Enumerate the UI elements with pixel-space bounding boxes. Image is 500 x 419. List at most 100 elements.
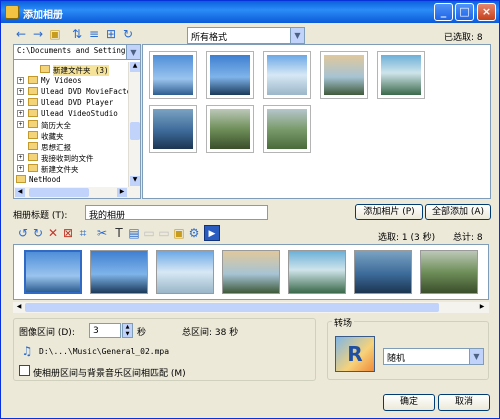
- tree-item[interactable]: + My Videos: [14, 76, 129, 87]
- photo-thumbnail[interactable]: [263, 105, 311, 153]
- view-list-icon[interactable]: ≡: [86, 26, 102, 42]
- expand-icon[interactable]: +: [17, 110, 24, 117]
- strip-photo[interactable]: [354, 250, 412, 294]
- strip-photo[interactable]: [288, 250, 346, 294]
- photo-thumbnail[interactable]: [320, 51, 368, 99]
- expand-icon[interactable]: +: [17, 99, 24, 106]
- title-bar: 添加相册 _ □ ×: [1, 1, 499, 23]
- caption-icon[interactable]: ▤: [126, 225, 142, 241]
- scroll-down-icon[interactable]: ▼: [130, 176, 140, 186]
- expand-icon[interactable]: +: [17, 77, 24, 84]
- tree-item[interactable]: + Ulead DVD Player: [14, 98, 129, 109]
- selected-count: 已选取: 8: [444, 33, 483, 43]
- strip-photo[interactable]: [222, 250, 280, 294]
- scroll-left-icon[interactable]: ◀: [14, 303, 24, 312]
- scroll-left-icon[interactable]: ◀: [15, 188, 25, 197]
- folder-icon[interactable]: ▣: [171, 225, 187, 241]
- music-path: D:\...\Music\General_02.mpa: [39, 347, 170, 356]
- up-folder-icon[interactable]: ▣: [47, 26, 63, 42]
- photo-thumbnail[interactable]: [206, 105, 254, 153]
- interval-unit: 秒: [137, 328, 147, 338]
- back-arrow-icon[interactable]: ←: [13, 26, 29, 42]
- tree-vertical-scrollbar[interactable]: ▲ ▼: [128, 62, 140, 187]
- expand-icon[interactable]: +: [17, 165, 24, 172]
- folder-icon: [28, 76, 38, 84]
- tree-horizontal-scrollbar[interactable]: ◀ ▶: [14, 187, 140, 198]
- tree-item[interactable]: 思想汇报: [14, 142, 129, 153]
- rotate-left-icon[interactable]: ↺: [15, 225, 31, 241]
- add-all-button[interactable]: 全部添加 (A): [425, 204, 491, 220]
- strip-photo[interactable]: [420, 250, 478, 294]
- chevron-down-icon[interactable]: ▼: [290, 28, 304, 43]
- app-icon: [5, 5, 19, 19]
- photo-thumbnail[interactable]: [377, 51, 425, 99]
- folder-icon: [28, 131, 38, 139]
- expand-icon[interactable]: +: [17, 121, 24, 128]
- tree-item[interactable]: + 新建文件夹: [14, 164, 129, 175]
- tree-item[interactable]: + Ulead VideoStudio: [14, 109, 129, 120]
- photo-edit-icon[interactable]: ✂: [94, 225, 110, 241]
- folder-icon: [40, 65, 50, 73]
- scroll-up-icon[interactable]: ▲: [130, 62, 140, 72]
- match-music-checkbox[interactable]: [19, 365, 30, 376]
- view-thumbnails-icon[interactable]: ⊞: [103, 26, 119, 42]
- strip-photo[interactable]: [90, 250, 148, 294]
- rotate-right-icon[interactable]: ↻: [30, 225, 46, 241]
- strip-scrollbar[interactable]: ◀ ▶: [13, 302, 489, 313]
- ok-button[interactable]: 确定: [383, 394, 435, 411]
- maximize-button[interactable]: □: [455, 3, 474, 21]
- tree-item-label: 新建文件夹: [41, 165, 79, 174]
- interval-input[interactable]: 3: [89, 323, 121, 338]
- minimize-button[interactable]: _: [434, 3, 453, 21]
- tree-item[interactable]: + 我接收到的文件: [14, 153, 129, 164]
- scroll-thumb[interactable]: [130, 122, 140, 140]
- transition-preview-icon: R: [335, 336, 375, 372]
- refresh-icon[interactable]: ↻: [120, 26, 136, 42]
- tree-item[interactable]: + Ulead DVD MovieFactor: [14, 87, 136, 98]
- sort-icon[interactable]: ⇅: [69, 26, 85, 42]
- settings-icon[interactable]: ⚙: [186, 225, 202, 241]
- chevron-down-icon[interactable]: ▼: [469, 349, 483, 364]
- strip-photo[interactable]: [156, 250, 214, 294]
- chevron-down-icon[interactable]: ▼: [126, 45, 140, 59]
- photo-thumbnail[interactable]: [263, 51, 311, 99]
- tree-item[interactable]: 新建文件夹 (3): [14, 65, 129, 76]
- scroll-thumb[interactable]: [25, 303, 439, 312]
- tree-item-label: 我接收到的文件: [41, 154, 94, 163]
- tree-item[interactable]: 收藏夹: [14, 131, 129, 142]
- photo-thumbnail[interactable]: [149, 51, 197, 99]
- tree-item-label: Ulead DVD MovieFactor: [41, 87, 136, 96]
- text-icon[interactable]: T: [111, 225, 127, 241]
- strip-photo[interactable]: [24, 250, 82, 294]
- interval-stepper[interactable]: ▲ ▼: [122, 323, 133, 338]
- forward-arrow-icon[interactable]: →: [30, 26, 46, 42]
- folder-icon: [28, 142, 38, 150]
- photo-thumbnail[interactable]: [149, 105, 197, 153]
- cancel-button[interactable]: 取消: [438, 394, 490, 411]
- delete-photo-icon[interactable]: ✕: [45, 225, 61, 241]
- play-icon[interactable]: ▶: [204, 225, 220, 241]
- photo-thumbnail[interactable]: [206, 51, 254, 99]
- album-title-input[interactable]: 我的相册: [85, 205, 268, 221]
- scroll-right-icon[interactable]: ▶: [117, 188, 127, 197]
- scroll-right-icon[interactable]: ▶: [477, 303, 487, 312]
- tree-item-label: Ulead DVD Player: [41, 98, 114, 107]
- folder-icon: [16, 175, 26, 183]
- close-button[interactable]: ×: [477, 3, 496, 21]
- path-dropdown[interactable]: C:\Documents and Settings\ ▼: [14, 45, 140, 60]
- paste-icon: ▭: [158, 226, 170, 240]
- copy-icon: ▭: [143, 226, 155, 240]
- tree-item[interactable]: + 简历大全: [14, 120, 129, 131]
- transition-dropdown[interactable]: 随机 ▼: [383, 348, 484, 365]
- format-dropdown[interactable]: 所有格式 ▼: [187, 27, 305, 44]
- expand-icon[interactable]: +: [17, 154, 24, 161]
- expand-icon[interactable]: +: [17, 88, 24, 95]
- match-music-label: 使相册区间与背景音乐区间相匹配 (M): [33, 369, 186, 379]
- remove-all-icon[interactable]: ⊠: [60, 225, 76, 241]
- scroll-thumb[interactable]: [29, 188, 89, 197]
- tree-item[interactable]: NetHood: [14, 175, 129, 186]
- crop-icon[interactable]: ⌗: [75, 225, 91, 241]
- add-photo-button[interactable]: 添加相片 (P): [355, 204, 423, 220]
- selection-info: 选取: 1 (3 秒): [378, 233, 436, 243]
- album-title-label: 相册标题 (T):: [13, 211, 68, 221]
